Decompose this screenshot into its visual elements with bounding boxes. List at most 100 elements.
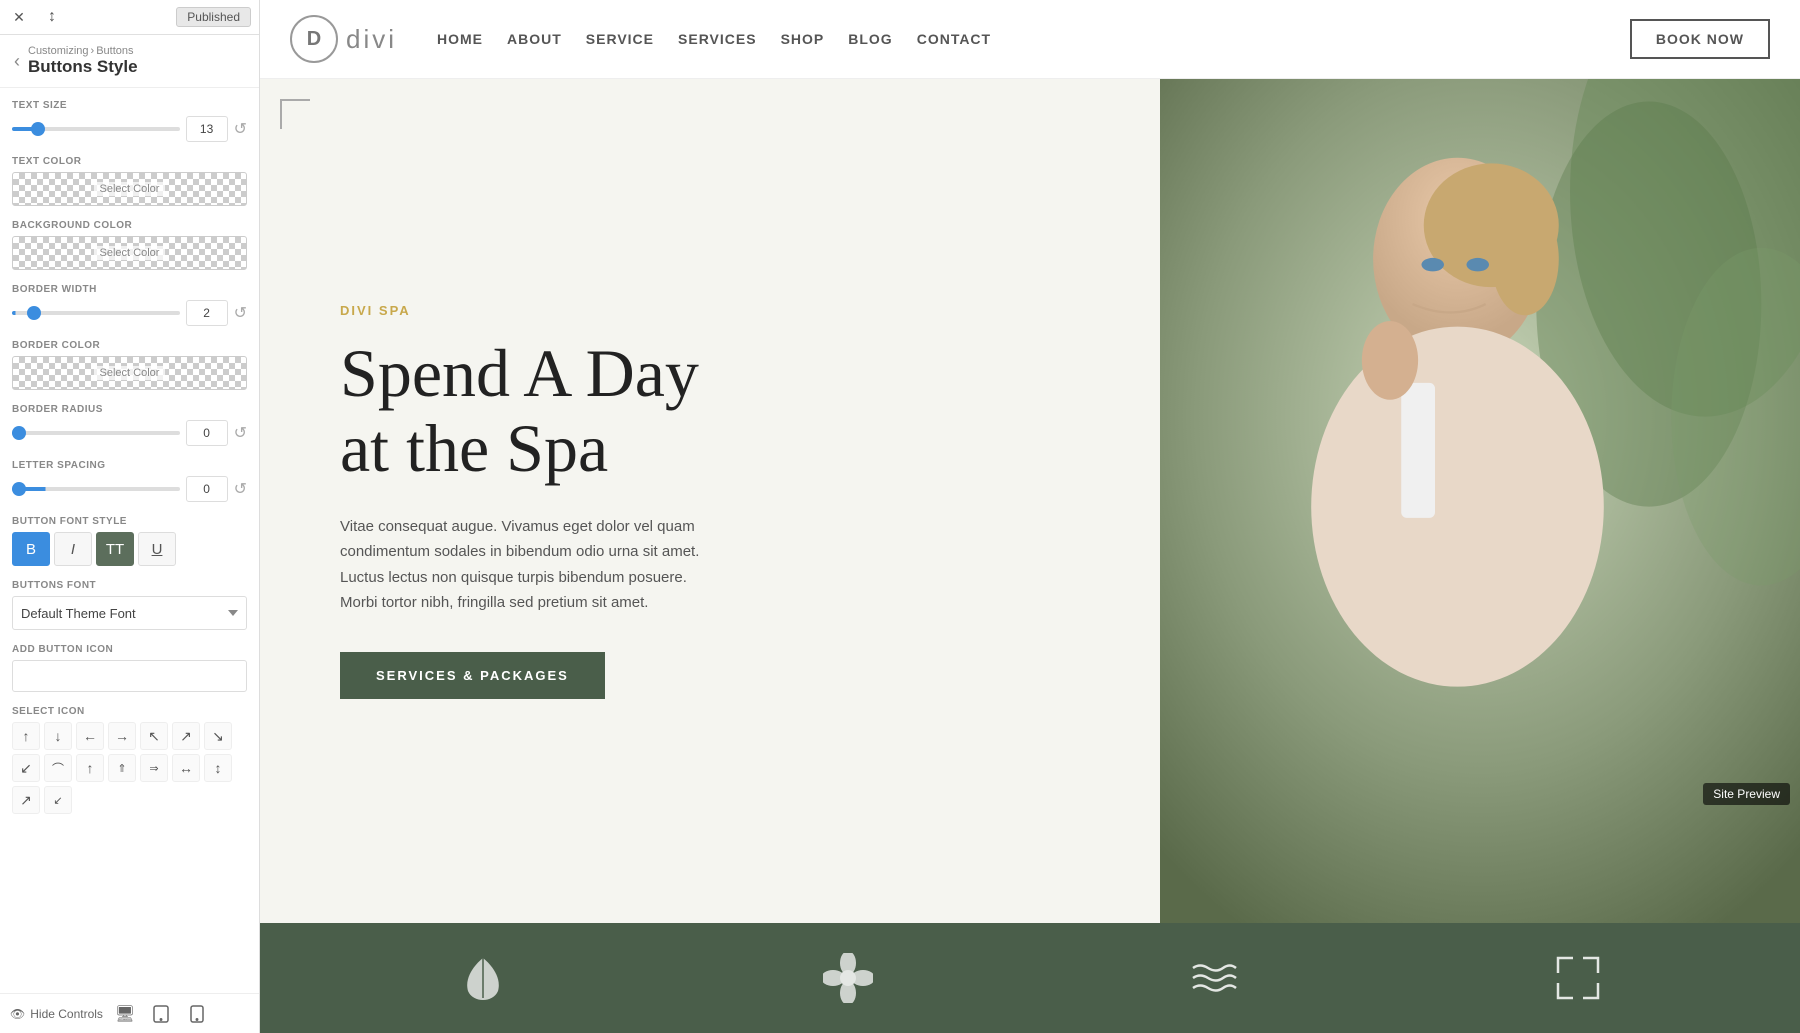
site-nav: HOME ABOUT SERVICE SERVICES SHOP BLOG CO… bbox=[437, 31, 991, 47]
nav-services[interactable]: SERVICES bbox=[678, 31, 757, 47]
services-packages-button[interactable]: SERVICES & PACKAGES bbox=[340, 652, 605, 699]
hide-controls-label: Hide Controls bbox=[30, 1007, 103, 1021]
icon-item-upleft[interactable]: ↖ bbox=[140, 722, 168, 750]
published-badge[interactable]: Published bbox=[176, 7, 251, 27]
add-icon-group: ADD BUTTON ICON Yes bbox=[12, 644, 247, 692]
text-size-slider[interactable] bbox=[12, 127, 180, 131]
icon-item-double-up[interactable]: ⇑ bbox=[108, 754, 136, 782]
letter-spacing-group: LETTER SPACING 0 ↺ bbox=[12, 460, 247, 502]
icon-item-right[interactable]: → bbox=[108, 722, 136, 750]
border-width-slider[interactable] bbox=[12, 311, 180, 315]
preview-area: D divi HOME ABOUT SERVICE SERVICES SHOP … bbox=[260, 0, 1800, 1033]
icon-item-horiz[interactable]: ↔ bbox=[172, 754, 200, 782]
bg-color-swatch[interactable]: Select Color bbox=[12, 236, 247, 270]
top-bar: ✕ ↕ Published bbox=[0, 0, 259, 35]
hero-section: DIVI SPA Spend A Day at the Spa Vitae co… bbox=[260, 79, 1800, 923]
site-preview-badge[interactable]: Site Preview bbox=[1703, 783, 1790, 805]
bg-color-group: BACKGROUND COLOR Select Color bbox=[12, 220, 247, 270]
divi-logo: D divi bbox=[290, 15, 397, 63]
nav-contact[interactable]: CONTACT bbox=[917, 31, 991, 47]
nav-service[interactable]: SERVICE bbox=[586, 31, 654, 47]
border-radius-slider[interactable] bbox=[12, 431, 180, 435]
left-panel: ✕ ↕ Published ‹ Customizing › Buttons Bu… bbox=[0, 0, 260, 1033]
text-color-swatch[interactable]: Select Color bbox=[12, 172, 247, 206]
border-width-group: BORDER WIDTH 2 ↺ bbox=[12, 284, 247, 326]
letter-spacing-slider[interactable] bbox=[12, 487, 180, 491]
letter-spacing-reset[interactable]: ↺ bbox=[234, 479, 247, 499]
icon-item-curve[interactable]: ⌒ bbox=[44, 754, 72, 782]
tablet-preview-button[interactable] bbox=[147, 1000, 175, 1028]
icon-item-double-right[interactable]: ⇒ bbox=[140, 754, 168, 782]
hero-title-line2: at the Spa bbox=[340, 410, 608, 486]
nav-shop[interactable]: SHOP bbox=[781, 31, 825, 47]
font-style-underline-btn[interactable]: U bbox=[138, 532, 176, 566]
nav-about[interactable]: ABOUT bbox=[507, 31, 562, 47]
mobile-preview-button[interactable] bbox=[183, 1000, 211, 1028]
border-width-label: BORDER WIDTH bbox=[12, 284, 247, 295]
panel-header: ‹ Customizing › Buttons Buttons Style bbox=[0, 35, 259, 88]
font-style-bold-btn[interactable]: B bbox=[12, 532, 50, 566]
eye-icon: 👁 bbox=[10, 1007, 25, 1021]
letter-spacing-input[interactable]: 0 bbox=[186, 476, 228, 502]
leaf-icon bbox=[458, 953, 508, 1003]
corner-decoration bbox=[280, 99, 310, 129]
panel-title: Buttons Style bbox=[28, 57, 138, 77]
footer-icon-waves bbox=[1188, 953, 1238, 1003]
add-icon-input[interactable]: Yes bbox=[12, 660, 247, 692]
button-font-style-label: BUTTON FONT STYLE bbox=[12, 516, 247, 527]
logo-letter: D bbox=[307, 28, 321, 51]
font-style-italic-btn[interactable]: I bbox=[54, 532, 92, 566]
border-color-swatch[interactable]: Select Color bbox=[12, 356, 247, 390]
icon-grid: ↑ ↓ ← → ↖ ↗ ↘ ↙ ⌒ ↑ ⇑ ⇒ ↔ ↕ ↗ ↙ bbox=[12, 722, 247, 814]
border-width-reset[interactable]: ↺ bbox=[234, 303, 247, 323]
nav-blog[interactable]: BLOG bbox=[848, 31, 892, 47]
bg-color-select-label: Select Color bbox=[94, 246, 166, 260]
close-button[interactable]: ✕ bbox=[8, 6, 30, 28]
border-radius-input[interactable]: 0 bbox=[186, 420, 228, 446]
nav-home[interactable]: HOME bbox=[437, 31, 483, 47]
breadcrumb-child: Buttons bbox=[96, 45, 133, 57]
font-style-row: B I TT U bbox=[12, 532, 247, 566]
icon-item-downleft[interactable]: ↙ bbox=[12, 754, 40, 782]
add-icon-label: ADD BUTTON ICON bbox=[12, 644, 247, 655]
border-radius-reset[interactable]: ↺ bbox=[234, 423, 247, 443]
desktop-preview-button[interactable]: 🖥 bbox=[111, 1000, 139, 1028]
select-icon-label: SELECT ICON bbox=[12, 706, 247, 717]
footer-strip bbox=[260, 923, 1800, 1033]
text-size-reset[interactable]: ↺ bbox=[234, 119, 247, 139]
buttons-font-select[interactable]: Default Theme Font bbox=[12, 596, 247, 630]
font-style-tt-btn[interactable]: TT bbox=[96, 532, 134, 566]
bg-color-label: BACKGROUND COLOR bbox=[12, 220, 247, 231]
icon-item-downright[interactable]: ↘ bbox=[204, 722, 232, 750]
book-now-button[interactable]: BOOK NOW bbox=[1630, 19, 1770, 59]
border-color-select-label: Select Color bbox=[94, 366, 166, 380]
icon-item-up[interactable]: ↑ bbox=[12, 722, 40, 750]
hide-controls-button[interactable]: 👁 Hide Controls bbox=[10, 1007, 103, 1021]
panel-footer: 👁 Hide Controls 🖥 bbox=[0, 993, 259, 1033]
select-icon-group: SELECT ICON ↑ ↓ ← → ↖ ↗ ↘ ↙ ⌒ ↑ ⇑ ⇒ ↔ ↕ … bbox=[12, 706, 247, 814]
icon-item-upright[interactable]: ↗ bbox=[172, 722, 200, 750]
letter-spacing-label: LETTER SPACING bbox=[12, 460, 247, 471]
border-radius-group: BORDER RADIUS 0 ↺ bbox=[12, 404, 247, 446]
icon-item-diag[interactable]: ↗ bbox=[12, 786, 40, 814]
text-color-select-label: Select Color bbox=[94, 182, 166, 196]
hero-description: Vitae consequat augue. Vivamus eget dolo… bbox=[340, 514, 720, 616]
border-color-group: BORDER COLOR Select Color bbox=[12, 340, 247, 390]
hero-title-line1: Spend A Day bbox=[340, 335, 699, 411]
buttons-font-label: BUTTONS FONT bbox=[12, 580, 247, 591]
logo-text: divi bbox=[346, 24, 397, 55]
icon-item-down[interactable]: ↓ bbox=[44, 722, 72, 750]
text-size-input[interactable]: 13 bbox=[186, 116, 228, 142]
sort-button[interactable]: ↕ bbox=[38, 6, 66, 28]
icon-item-vert[interactable]: ↕ bbox=[204, 754, 232, 782]
icon-item-up2[interactable]: ↑ bbox=[76, 754, 104, 782]
icon-item-left[interactable]: ← bbox=[76, 722, 104, 750]
flower-icon bbox=[823, 953, 873, 1003]
breadcrumb-parent: Customizing bbox=[28, 45, 89, 57]
back-arrow-icon[interactable]: ‹ bbox=[14, 51, 20, 72]
text-size-label: TEXT SIZE bbox=[12, 100, 247, 111]
border-width-input[interactable]: 2 bbox=[186, 300, 228, 326]
breadcrumb: Customizing › Buttons Buttons Style bbox=[28, 45, 138, 77]
icon-item-curve2[interactable]: ↙ bbox=[44, 786, 72, 814]
hero-title: Spend A Day at the Spa bbox=[340, 336, 1080, 486]
